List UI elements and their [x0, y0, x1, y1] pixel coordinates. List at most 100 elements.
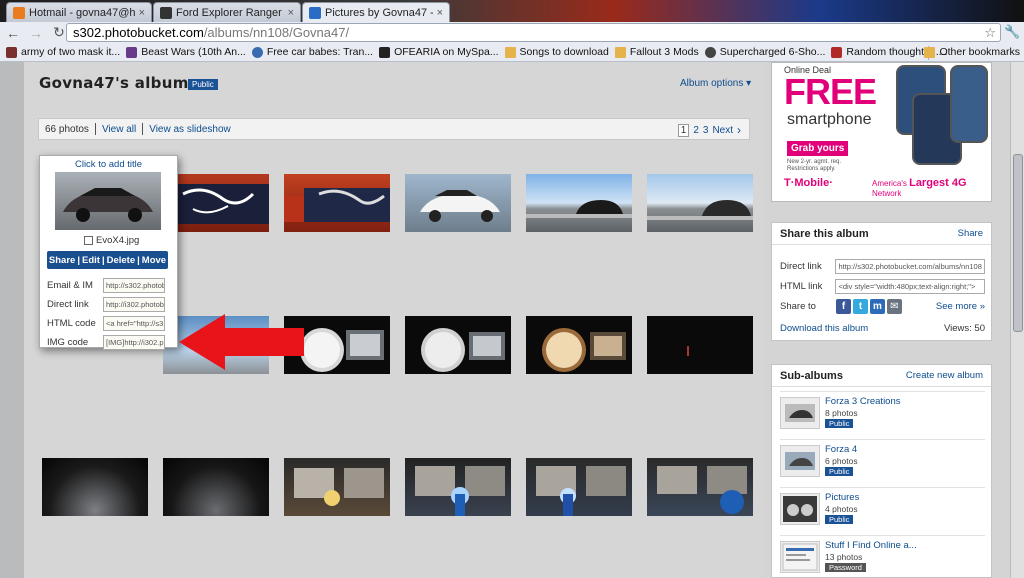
pagination: 1 2 3 Next ›: [677, 123, 741, 137]
tab-ford-explorer[interactable]: Ford Explorer Ranger Enthu ×: [153, 2, 301, 22]
back-icon[interactable]: ←: [3, 24, 23, 42]
view-all-link[interactable]: View all: [102, 124, 136, 135]
email-icon[interactable]: ✉: [887, 299, 902, 314]
photo-filename: EvoX4.jpg: [96, 235, 140, 246]
select-photo-checkbox[interactable]: EvoX4.jpg: [84, 235, 139, 246]
move-button[interactable]: Move: [140, 255, 168, 266]
photo-thumbnail[interactable]: [284, 458, 390, 516]
photo-thumbnail[interactable]: [163, 458, 269, 516]
tab-close-icon[interactable]: ×: [288, 7, 294, 19]
hotmail-favicon-icon: [13, 6, 25, 19]
page-viewport: Govna47's album Public Album options ▾ 6…: [0, 62, 1024, 578]
see-more-link[interactable]: See more »: [936, 301, 985, 312]
download-album-link[interactable]: Download this album: [780, 323, 868, 334]
ad-network-bold: Largest 4G: [909, 177, 967, 189]
photo-thumbnail[interactable]: [647, 316, 753, 374]
checkbox-box[interactable]: [84, 236, 93, 245]
myspace-share-icon[interactable]: m: [870, 299, 885, 314]
html-code-field[interactable]: <a href="http://s3: [103, 316, 165, 331]
url-path: /albums/nn108/Govna47/: [203, 25, 350, 40]
sub-album-name[interactable]: Pictures: [825, 492, 859, 503]
forward-icon[interactable]: →: [26, 24, 46, 42]
photo-thumbnail[interactable]: [647, 458, 753, 516]
facebook-icon[interactable]: f: [836, 299, 851, 314]
bookmark-fallout-folder[interactable]: Fallout 3 Mods: [614, 46, 699, 58]
tmobile-ad-banner[interactable]: Online Deal FREE smartphone Grab yours N…: [771, 62, 992, 202]
popup-photo-thumbnail[interactable]: [55, 172, 161, 230]
photo-thumbnail[interactable]: [42, 458, 148, 516]
bookmark-army-of-two[interactable]: army of two mask it...: [6, 46, 120, 58]
photo-thumbnail[interactable]: [405, 458, 511, 516]
photo-thumbnail[interactable]: [405, 316, 511, 374]
sub-album-item[interactable]: Pictures 4 photos Public: [780, 487, 985, 531]
delete-button[interactable]: Delete: [105, 255, 138, 266]
sub-album-name[interactable]: Forza 3 Creations: [825, 396, 901, 407]
direct-link-label: Direct link: [47, 299, 89, 310]
edit-button[interactable]: Edit: [80, 255, 102, 266]
direct-link-field[interactable]: http://i302.photob: [103, 297, 165, 312]
tab-title: Hotmail - govna47@hotmai: [29, 6, 135, 19]
address-bar[interactable]: s302.photobucket.com/albums/nn108/Govna4…: [66, 23, 1001, 42]
sub-album-item[interactable]: Forza 4 6 photos Public: [780, 439, 985, 483]
email-im-label: Email & IM: [47, 280, 93, 291]
sub-album-item[interactable]: Forza 3 Creations 8 photos Public: [780, 391, 985, 435]
photo-thumbnail[interactable]: [163, 174, 269, 232]
page-3-link[interactable]: 3: [703, 125, 709, 136]
share-to-row: Share to f t m ✉ See more »: [780, 299, 985, 314]
photo-thumbnail[interactable]: [647, 174, 753, 232]
wrench-menu-icon[interactable]: 🔧: [1004, 24, 1020, 40]
scrollbar-thumb[interactable]: [1013, 154, 1023, 332]
share-link[interactable]: Share: [958, 228, 983, 239]
photo-thumbnail[interactable]: [526, 316, 632, 374]
sub-album-name[interactable]: Forza 4: [825, 444, 857, 455]
site-icon: [126, 46, 138, 58]
next-page-link[interactable]: Next: [712, 125, 733, 136]
phone-image: [950, 65, 988, 143]
twitter-icon[interactable]: t: [853, 299, 868, 314]
sub-album-thumbnail[interactable]: [780, 541, 820, 573]
tab-photobucket[interactable]: Pictures by Govna47 - Photo ×: [302, 2, 450, 22]
email-im-field[interactable]: http://s302.photob: [103, 278, 165, 293]
other-bookmarks[interactable]: Other bookmarks: [924, 46, 1020, 58]
bookmark-songs-folder[interactable]: Songs to download: [504, 46, 609, 58]
ad-fine-print: New 2-yr. agmt. req. Restrictions apply.: [787, 159, 842, 172]
ad-cta-button[interactable]: Grab yours: [787, 141, 849, 156]
ad-network-tagline: America's Largest 4G Network: [872, 177, 991, 198]
sub-album-count: 4 photos: [825, 504, 858, 514]
album-html-link-field[interactable]: <div style="width:480px;text-align:right…: [835, 279, 985, 294]
bookmark-star-icon[interactable]: ☆: [984, 25, 996, 41]
share-button[interactable]: Share: [47, 255, 77, 266]
photo-thumbnail[interactable]: [526, 458, 632, 516]
sub-album-thumbnail[interactable]: [780, 493, 820, 525]
page-2-link[interactable]: 2: [693, 125, 699, 136]
photo-thumbnail[interactable]: [405, 174, 511, 232]
sub-album-thumbnail[interactable]: [780, 445, 820, 477]
album-options-menu[interactable]: Album options ▾: [680, 78, 751, 89]
sub-album-count: 8 photos: [825, 408, 858, 418]
bookmark-beast-wars[interactable]: Beast Wars (10th An...: [126, 46, 246, 58]
share-panel-header: Share this album Share: [772, 223, 991, 245]
bookmark-supercharged[interactable]: Supercharged 6-Sho...: [704, 46, 825, 58]
ad-brand-logo: T·Mobile·: [784, 177, 833, 189]
add-title-link[interactable]: Click to add title: [40, 159, 177, 170]
page-scrollbar[interactable]: [1010, 62, 1024, 578]
tab-hotmail[interactable]: Hotmail - govna47@hotmai ×: [6, 2, 152, 22]
sub-album-item[interactable]: Stuff I Find Online a... 13 photos Passw…: [780, 535, 985, 578]
tab-close-icon[interactable]: ×: [139, 7, 145, 19]
chevron-right-icon[interactable]: ›: [737, 123, 741, 137]
view-slideshow-link[interactable]: View as slideshow: [149, 124, 231, 135]
album-direct-link-field[interactable]: http://s302.photobucket.com/albums/nn108: [835, 259, 985, 274]
tab-close-icon[interactable]: ×: [437, 7, 443, 19]
bookmark-free-car-babes[interactable]: Free car babes: Tran...: [251, 46, 374, 58]
photo-thumbnail[interactable]: [526, 174, 632, 232]
photo-count: 66 photos: [45, 123, 89, 135]
direct-link-row: Direct link http://i302.photob: [47, 297, 172, 312]
photo-thumbnail[interactable]: [284, 174, 390, 232]
site-icon: [251, 46, 263, 58]
bookmark-label: Free car babes: Tran...: [266, 46, 374, 58]
img-code-field[interactable]: [IMG]http://i302.p: [103, 335, 165, 350]
create-new-album-link[interactable]: Create new album: [906, 370, 983, 381]
sub-album-name[interactable]: Stuff I Find Online a...: [825, 540, 917, 551]
sub-album-thumbnail[interactable]: [780, 397, 820, 429]
bookmark-ofearia-myspace[interactable]: OFEARIA on MySpa...: [379, 46, 499, 58]
